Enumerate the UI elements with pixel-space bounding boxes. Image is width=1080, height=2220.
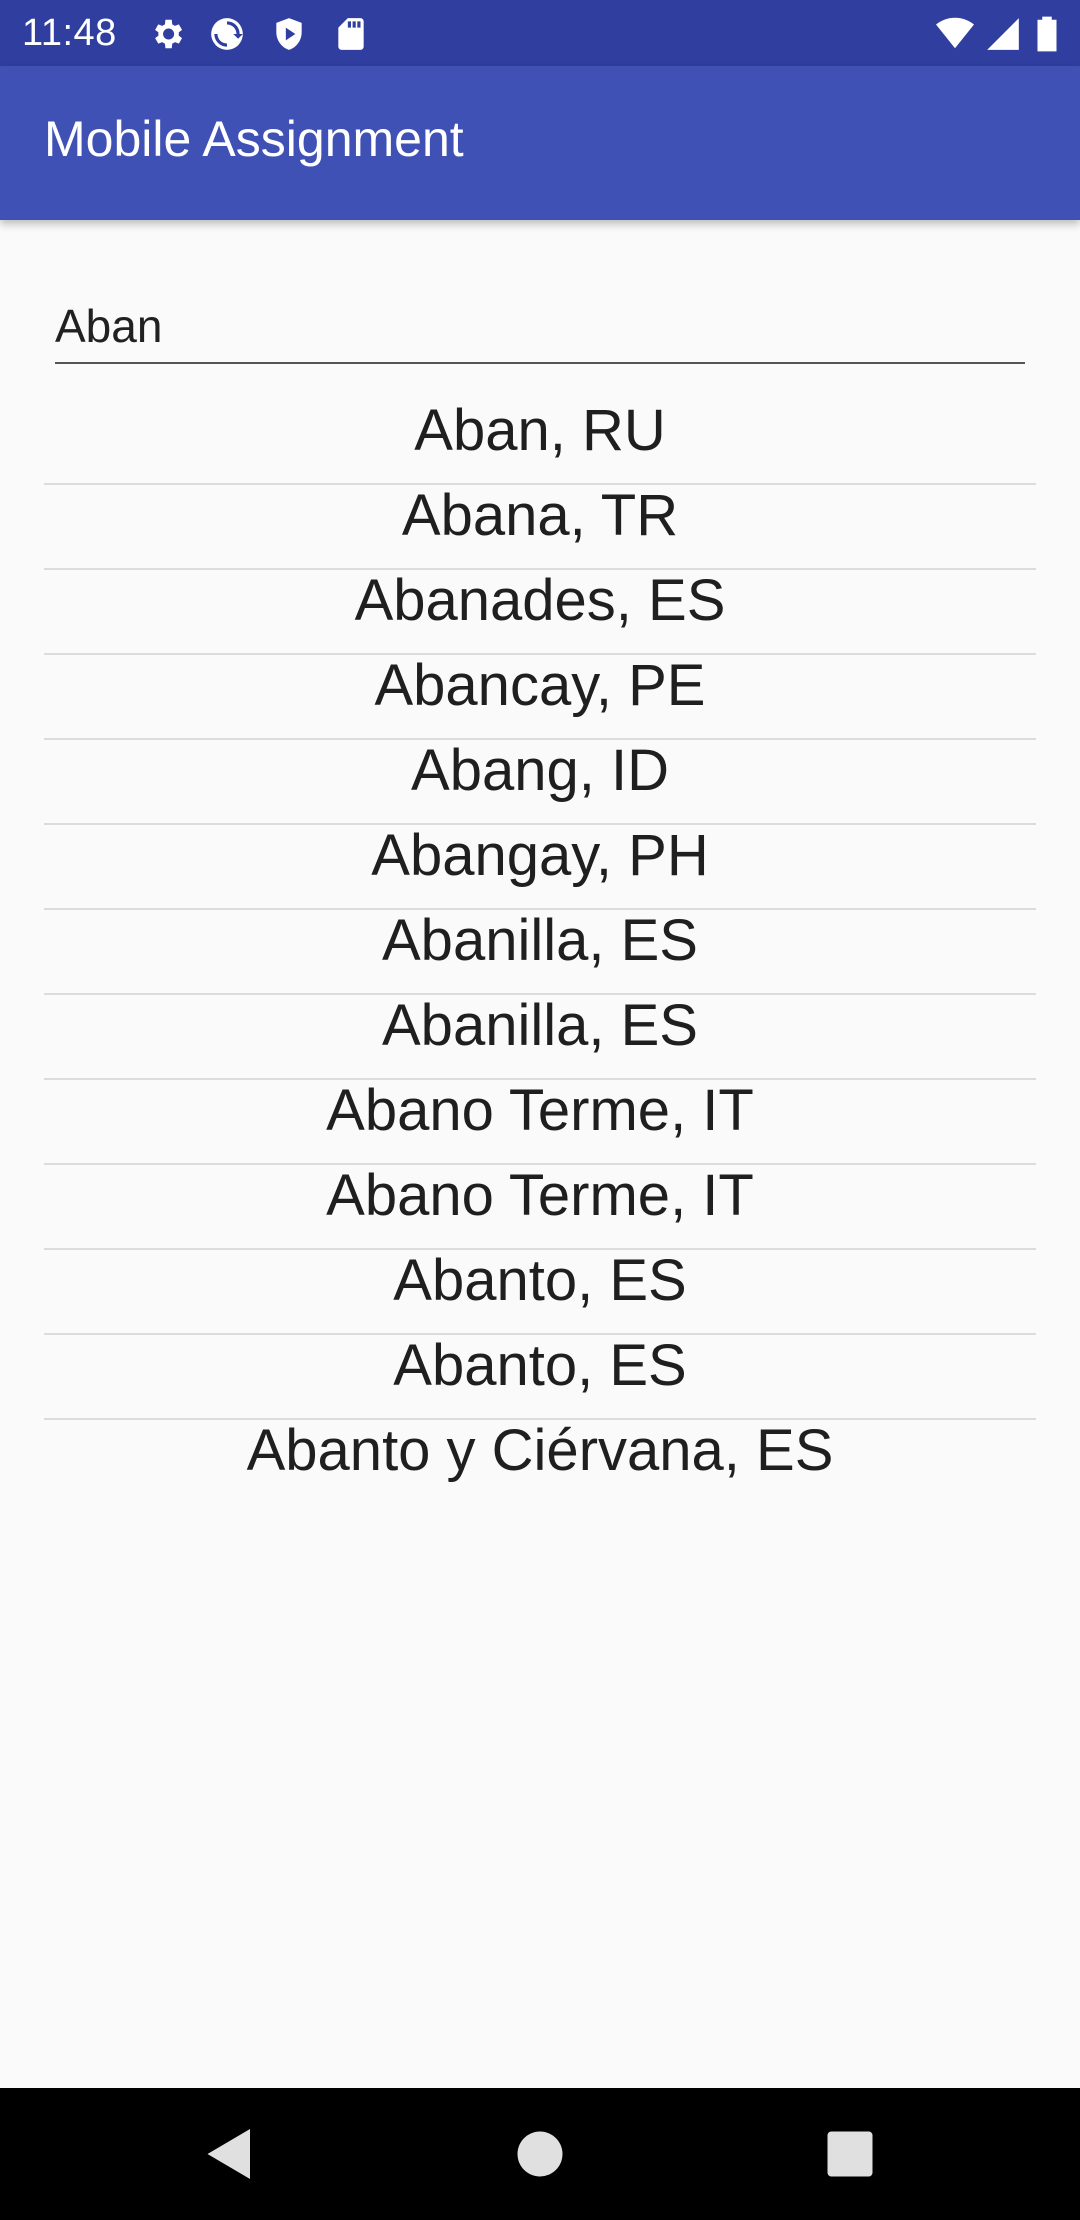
- sync-icon: [208, 15, 246, 53]
- list-item[interactable]: Abang, ID: [44, 740, 1036, 825]
- app-bar: Mobile Assignment: [0, 66, 1080, 220]
- battery-icon: [1032, 15, 1062, 53]
- list-item[interactable]: Abanto, ES: [44, 1335, 1036, 1420]
- list-item[interactable]: Abanilla, ES: [44, 995, 1036, 1080]
- list-item[interactable]: Aban, RU: [44, 400, 1036, 485]
- shield-icon: [270, 15, 308, 53]
- list-item[interactable]: Abano Terme, IT: [44, 1165, 1036, 1250]
- back-icon[interactable]: [200, 2124, 260, 2184]
- results-list: Aban, RU Abana, TR Abanades, ES Abancay,…: [44, 400, 1036, 1503]
- list-item[interactable]: Abanilla, ES: [44, 910, 1036, 995]
- status-time: 11:48: [22, 12, 117, 54]
- list-item[interactable]: Abana, TR: [44, 485, 1036, 570]
- list-item[interactable]: Abanto, ES: [44, 1250, 1036, 1335]
- list-item[interactable]: Abanto y Ciérvana, ES: [44, 1420, 1036, 1503]
- list-item[interactable]: Abangay, PH: [44, 825, 1036, 910]
- app-title: Mobile Assignment: [44, 111, 464, 167]
- wifi-icon: [936, 15, 974, 53]
- list-item[interactable]: Abancay, PE: [44, 655, 1036, 740]
- search-input[interactable]: [55, 290, 1025, 364]
- signal-icon: [984, 15, 1022, 53]
- list-item[interactable]: Abanades, ES: [44, 570, 1036, 655]
- gear-icon: [148, 15, 186, 53]
- list-item[interactable]: Abano Terme, IT: [44, 1080, 1036, 1165]
- home-icon[interactable]: [510, 2124, 570, 2184]
- status-bar: 11:48: [0, 0, 1080, 66]
- recents-icon[interactable]: [820, 2124, 880, 2184]
- navigation-bar: [0, 2088, 1080, 2220]
- sd-card-icon: [332, 15, 370, 53]
